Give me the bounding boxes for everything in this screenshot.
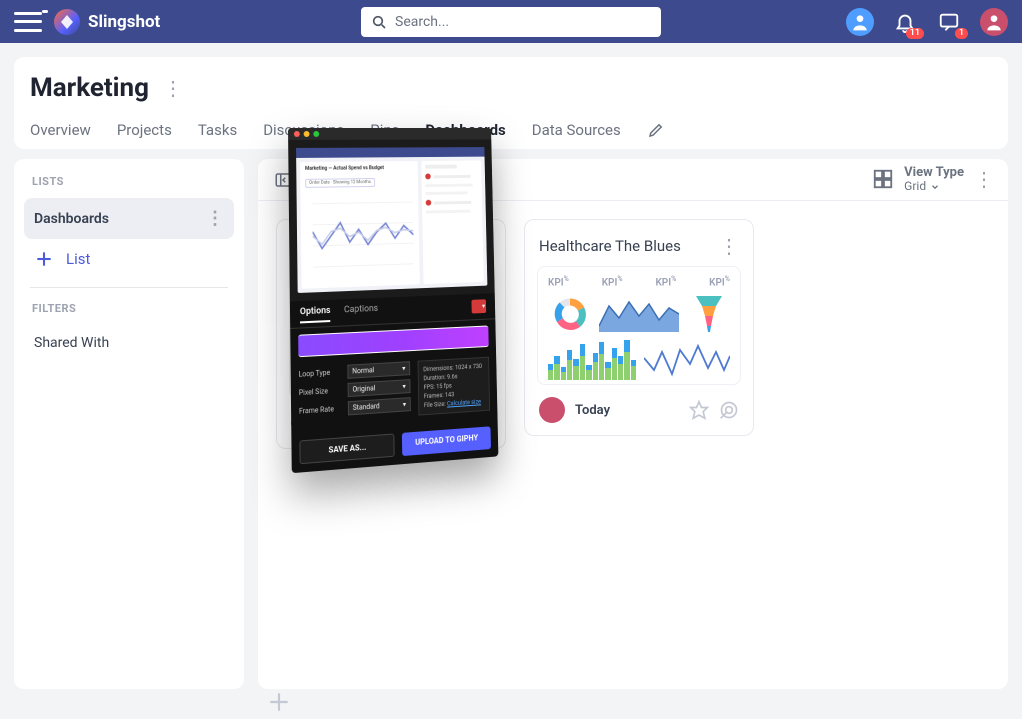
- target-icon[interactable]: [719, 400, 739, 420]
- pixel-size-label: Pixel Size: [299, 386, 342, 397]
- sidebar-item-label: Dashboards: [34, 211, 109, 227]
- notifications-button[interactable]: 11: [892, 9, 918, 35]
- chevron-down-icon: [930, 182, 940, 192]
- content-options-button[interactable]: ⋮: [974, 167, 994, 191]
- card-title: Healthcare The Blues: [539, 237, 681, 255]
- loop-type-select[interactable]: Normal▾: [347, 361, 410, 379]
- sidebar-item-options[interactable]: ⋮: [206, 208, 224, 229]
- add-dashboard-button[interactable]: [262, 685, 296, 719]
- page-options-button[interactable]: ⋮: [163, 76, 183, 100]
- edit-tabs-button[interactable]: [647, 121, 665, 139]
- plus-icon: [34, 249, 54, 269]
- sidebar-item-shared-with[interactable]: Shared With: [24, 325, 234, 361]
- brand-logo-icon: [54, 9, 80, 35]
- donut-chart-icon: [548, 294, 591, 334]
- editor-tab-captions[interactable]: Captions: [344, 304, 378, 322]
- kpi-row: KPI% KPI% KPI% KPI%: [548, 275, 730, 288]
- main-split: LISTS Dashboards ⋮ List FILTERS Shared W…: [14, 159, 1008, 689]
- gif-preview: Marketing — Actual Spend vs Budget Order…: [288, 139, 495, 301]
- brand-name: Slingshot: [88, 12, 160, 32]
- add-list-label: List: [66, 250, 90, 268]
- user-avatar[interactable]: [980, 8, 1008, 36]
- card-timestamp: Today: [575, 403, 610, 418]
- messages-badge: 1: [955, 28, 968, 39]
- sidebar-item-label: Shared With: [34, 335, 109, 351]
- save-as-button[interactable]: SAVE AS...: [299, 433, 394, 464]
- preview-filter-tag: Order Date · Showing 12 Months: [305, 178, 375, 188]
- top-right-actions: 11 1: [846, 8, 1008, 36]
- pencil-icon: [647, 121, 665, 139]
- brand[interactable]: Slingshot: [54, 9, 160, 35]
- editor-tab-options[interactable]: Options: [300, 306, 331, 324]
- view-type-label: View Type: [904, 166, 964, 180]
- loop-type-label: Loop Type: [299, 368, 342, 379]
- line-chart-icon: [644, 340, 730, 380]
- calculate-size-link[interactable]: Calculate size: [447, 398, 481, 407]
- lists-heading: LISTS: [24, 175, 234, 198]
- search-input[interactable]: [395, 14, 651, 30]
- tab-overview[interactable]: Overview: [30, 121, 91, 139]
- star-icon[interactable]: [689, 400, 709, 420]
- menu-notification-dot: [42, 10, 48, 13]
- dashboard-card[interactable]: Healthcare The Blues ⋮ KPI% KPI% KPI% KP…: [524, 219, 754, 436]
- workspace-avatar[interactable]: [846, 8, 874, 36]
- search-icon: [371, 14, 387, 30]
- lists-sidebar: LISTS Dashboards ⋮ List FILTERS Shared W…: [14, 159, 244, 689]
- upload-giphy-button[interactable]: UPLOAD TO GIPHY: [402, 426, 491, 456]
- search-field[interactable]: [361, 7, 661, 37]
- timeline-scrubber[interactable]: [298, 325, 489, 357]
- gif-metadata-panel: Dimensions: 1024 x 730 Duration: 9.6s FP…: [417, 357, 490, 416]
- funnel-chart-icon: [687, 294, 730, 334]
- bar-chart-icon: [548, 340, 636, 380]
- menu-button[interactable]: [14, 12, 42, 32]
- tab-projects[interactable]: Projects: [117, 121, 172, 139]
- messages-button[interactable]: 1: [936, 9, 962, 35]
- card-options-button[interactable]: ⋮: [719, 234, 739, 258]
- view-type-selector[interactable]: View Type Grid: [872, 166, 964, 193]
- record-button[interactable]: [471, 299, 486, 313]
- section-tabs: Overview Projects Tasks Discussions Pins…: [30, 121, 992, 149]
- sidebar-divider: [30, 287, 228, 288]
- window-titlebar[interactable]: [288, 128, 491, 140]
- gif-editor-window[interactable]: Marketing — Actual Spend vs Budget Order…: [288, 128, 498, 473]
- area-chart-icon: [599, 294, 679, 334]
- tab-data-sources[interactable]: Data Sources: [532, 121, 621, 139]
- preview-title: Marketing — Actual Spend vs Budget: [300, 161, 418, 176]
- add-list-button[interactable]: List: [24, 239, 234, 279]
- card-owner-avatar: [539, 397, 565, 423]
- top-nav: Slingshot 11 1: [0, 0, 1022, 43]
- mini-charts-row: [548, 340, 730, 380]
- frame-rate-label: Frame Rate: [299, 405, 342, 416]
- sidebar-item-dashboards[interactable]: Dashboards ⋮: [24, 198, 234, 239]
- filters-heading: FILTERS: [24, 302, 234, 325]
- plus-icon: [266, 689, 292, 715]
- view-type-value: Grid: [904, 180, 926, 193]
- frame-rate-select[interactable]: Standard▾: [348, 397, 411, 415]
- page-title: Marketing: [30, 73, 149, 103]
- notifications-badge: 11: [906, 28, 924, 39]
- grid-icon: [872, 168, 894, 190]
- workspace-header: Marketing ⋮ Overview Projects Tasks Disc…: [14, 57, 1008, 149]
- mini-charts-row: [548, 294, 730, 334]
- tab-tasks[interactable]: Tasks: [198, 121, 237, 139]
- pixel-size-select[interactable]: Original▾: [348, 379, 411, 397]
